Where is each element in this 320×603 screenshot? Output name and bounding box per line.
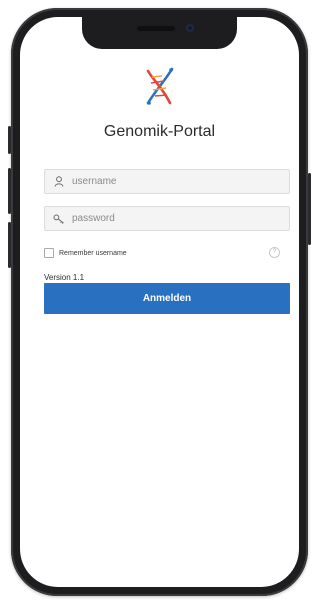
notch bbox=[82, 17, 237, 49]
remember-username-label: Remember username bbox=[59, 249, 127, 257]
mute-switch bbox=[8, 126, 11, 154]
username-input[interactable] bbox=[72, 176, 272, 187]
speaker-grille bbox=[137, 26, 175, 31]
question-circle-icon[interactable]: ? bbox=[269, 247, 280, 258]
login-button[interactable]: Anmelden bbox=[44, 283, 290, 314]
user-icon bbox=[52, 175, 66, 189]
front-camera bbox=[186, 24, 194, 32]
remember-username-checkbox[interactable] bbox=[44, 248, 54, 258]
phone-screen: Genomik-Portal Remember username bbox=[20, 17, 299, 587]
app-title: Genomik-Portal bbox=[103, 123, 216, 140]
phone-frame: Genomik-Portal Remember username bbox=[8, 8, 311, 596]
key-icon bbox=[52, 212, 66, 226]
remember-username-row[interactable]: Remember username bbox=[44, 246, 290, 260]
volume-up-button bbox=[8, 168, 11, 214]
power-button bbox=[308, 173, 311, 245]
version-text: Version 1.1 bbox=[44, 273, 85, 282]
volume-down-button bbox=[8, 222, 11, 268]
password-field[interactable] bbox=[44, 206, 290, 231]
username-field[interactable] bbox=[44, 169, 290, 194]
password-input[interactable] bbox=[72, 213, 272, 224]
dna-helix-icon bbox=[146, 67, 174, 105]
